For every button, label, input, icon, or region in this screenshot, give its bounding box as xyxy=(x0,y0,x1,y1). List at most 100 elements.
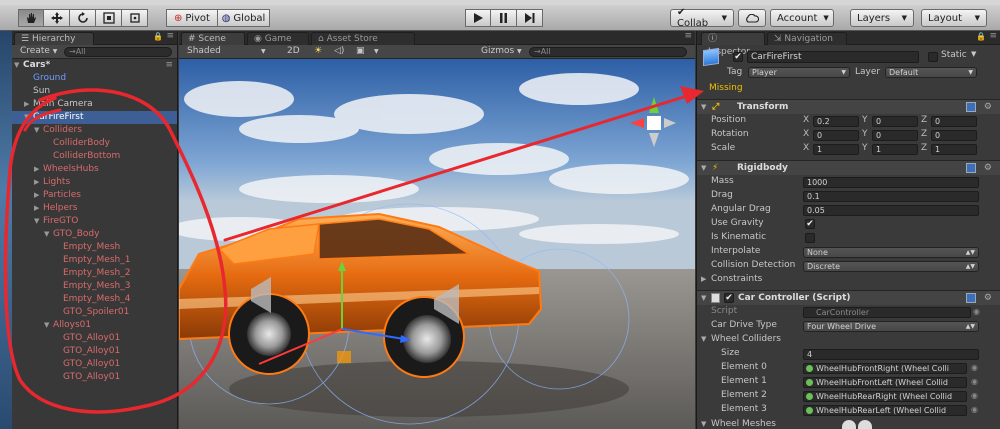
scene-root-row[interactable]: ▼ Cars* ≡ xyxy=(12,59,177,72)
rect-tool-button[interactable] xyxy=(122,9,148,27)
object-picker-icon[interactable]: ◉ xyxy=(971,377,978,386)
hierarchy-row[interactable]: ▼ FireGTO xyxy=(12,215,177,228)
scale-x-field[interactable]: 1 xyxy=(813,144,859,155)
tab-asset-store[interactable]: ⌂ Asset Store xyxy=(311,32,415,45)
dropdown-caret-icon[interactable]: ▼ xyxy=(971,50,976,58)
wheel-meshes-foldout[interactable]: Wheel Meshes xyxy=(711,419,776,429)
scale-tool-button[interactable] xyxy=(96,9,122,27)
constraints-foldout[interactable]: Constraints xyxy=(711,274,762,284)
mass-field[interactable]: 1000 xyxy=(803,177,979,188)
car-controller-header[interactable]: ▼ ✔ Car Controller (Script) ⚙ xyxy=(697,290,1000,305)
collision-detection-dropdown[interactable]: Discrete ▲▼ xyxy=(803,261,979,272)
expand-arrow-icon[interactable]: ▶ xyxy=(34,163,43,176)
panel-menu-icon[interactable]: ≡ xyxy=(989,31,997,41)
wheel-collider-field[interactable]: WheelHubFrontRight (Wheel Colli xyxy=(803,363,967,374)
hierarchy-row[interactable]: Ground xyxy=(12,72,177,85)
tab-navigation[interactable]: ⇲ Navigation xyxy=(767,32,847,45)
lighting-icon[interactable]: ☀ xyxy=(314,45,322,58)
hierarchy-row[interactable]: Empty_Mesh_1 xyxy=(12,254,177,267)
collapse-arrow-icon[interactable]: ▼ xyxy=(44,319,53,332)
cloud-button[interactable] xyxy=(738,9,766,27)
hierarchy-row[interactable]: ▼ Alloys01 xyxy=(12,319,177,332)
hierarchy-row[interactable]: ▶ Lights xyxy=(12,176,177,189)
rotation-z-field[interactable]: 0 xyxy=(931,130,977,141)
collapse-arrow-icon[interactable]: ▼ xyxy=(34,215,43,228)
shading-mode-dropdown[interactable]: Shaded xyxy=(187,45,221,58)
pause-button[interactable] xyxy=(491,9,517,27)
hierarchy-row[interactable]: ▼ CarFireFirst xyxy=(12,111,177,124)
is-kinematic-checkbox[interactable] xyxy=(805,233,815,243)
collapse-arrow-icon[interactable]: ▼ xyxy=(24,111,33,124)
transform-header[interactable]: ▼ ⤢ Transform ⚙ xyxy=(697,99,1000,114)
car-drive-type-dropdown[interactable]: Four Wheel Drive ▲▼ xyxy=(803,321,979,332)
object-picker-icon[interactable]: ◉ xyxy=(971,363,978,372)
collapse-arrow-icon[interactable]: ▼ xyxy=(34,124,43,137)
angular-drag-field[interactable]: 0.05 xyxy=(803,205,979,216)
tab-hierarchy[interactable]: ☰ Hierarchy xyxy=(14,32,94,45)
pivot-button[interactable]: ⊕ Pivot xyxy=(166,9,218,27)
tab-game[interactable]: ◉ Game xyxy=(247,32,309,45)
hierarchy-row[interactable]: Empty_Mesh_3 xyxy=(12,280,177,293)
expand-arrow-icon[interactable]: ▶ xyxy=(34,189,43,202)
panel-menu-icon[interactable]: ≡ xyxy=(684,31,692,41)
rotate-tool-button[interactable] xyxy=(70,9,96,27)
hierarchy-row[interactable]: GTO_Alloy01 xyxy=(12,345,177,358)
help-icon[interactable] xyxy=(966,102,976,112)
expand-arrow-icon[interactable]: ▶ xyxy=(24,98,33,111)
collab-dropdown[interactable]: ✔ Collab ▼ xyxy=(670,7,734,29)
car-controller-enabled-checkbox[interactable]: ✔ xyxy=(724,293,734,303)
account-dropdown[interactable]: Account ▼ xyxy=(770,9,834,27)
hierarchy-row[interactable]: Empty_Mesh_4 xyxy=(12,293,177,306)
active-checkbox[interactable]: ✔ xyxy=(733,52,743,62)
hierarchy-row[interactable]: Sun xyxy=(12,85,177,98)
lock-icon[interactable]: 🔒 xyxy=(976,32,986,41)
rotation-y-field[interactable]: 0 xyxy=(872,130,918,141)
hierarchy-row[interactable]: GTO_Alloy01 xyxy=(12,358,177,371)
step-button[interactable] xyxy=(517,9,543,27)
expand-arrow-icon[interactable]: ▶ xyxy=(34,176,43,189)
collapse-arrow-icon[interactable]: ▼ xyxy=(44,228,53,241)
image-effects-icon[interactable]: ▣ xyxy=(356,45,365,58)
object-picker-icon[interactable]: ◉ xyxy=(973,307,980,316)
mode-2d-toggle[interactable]: 2D xyxy=(287,45,300,58)
expand-arrow-icon[interactable]: ▶ xyxy=(701,275,706,283)
move-tool-button[interactable] xyxy=(44,9,70,27)
play-button[interactable] xyxy=(465,9,491,27)
position-y-field[interactable]: 0 xyxy=(872,116,918,127)
layout-dropdown[interactable]: Layout ▼ xyxy=(921,9,987,27)
panel-menu-icon[interactable]: ≡ xyxy=(166,31,174,41)
help-icon[interactable] xyxy=(966,163,976,173)
gizmos-dropdown[interactable]: Gizmos ▼ xyxy=(481,45,522,58)
audio-icon[interactable]: ◁) xyxy=(334,45,344,58)
hierarchy-search-input[interactable]: →All xyxy=(64,47,172,57)
create-dropdown[interactable]: Create ▼ xyxy=(20,45,57,58)
scene-search-input[interactable]: →All xyxy=(529,47,687,57)
hierarchy-row[interactable]: ▶ Main Camera xyxy=(12,98,177,111)
scene-viewport[interactable] xyxy=(179,59,695,429)
scale-y-field[interactable]: 1 xyxy=(872,144,918,155)
help-icon[interactable] xyxy=(966,293,976,303)
rigidbody-header[interactable]: ▼ ⚡ Rigidbody ⚙ xyxy=(697,160,1000,175)
hierarchy-row[interactable]: GTO_Alloy01 xyxy=(12,332,177,345)
hierarchy-row[interactable]: ColliderBody xyxy=(12,137,177,150)
expand-arrow-icon[interactable]: ▶ xyxy=(34,202,43,215)
hierarchy-row[interactable]: ▼ Colliders xyxy=(12,124,177,137)
lock-icon[interactable]: 🔒 xyxy=(153,32,163,41)
object-picker-icon[interactable]: ◉ xyxy=(971,391,978,400)
layers-dropdown[interactable]: Layers ▼ xyxy=(850,9,914,27)
interpolate-dropdown[interactable]: None ▲▼ xyxy=(803,247,979,258)
wheel-collider-field[interactable]: WheelHubRearRight (Wheel Collid xyxy=(803,391,967,402)
rotation-x-field[interactable]: 0 xyxy=(813,130,859,141)
gear-icon[interactable]: ⚙ xyxy=(984,100,992,115)
hierarchy-row[interactable]: ▶ Helpers xyxy=(12,202,177,215)
tab-scene[interactable]: # Scene xyxy=(181,32,245,45)
scale-z-field[interactable]: 1 xyxy=(931,144,977,155)
object-picker-icon[interactable]: ◉ xyxy=(971,405,978,414)
wheel-colliders-foldout[interactable]: Wheel Colliders xyxy=(711,334,781,344)
object-name-input[interactable]: CarFireFirst xyxy=(747,51,919,63)
position-x-field[interactable]: 0.2 xyxy=(813,116,859,127)
wheel-collider-field[interactable]: WheelHubFrontLeft (Wheel Collid xyxy=(803,377,967,388)
scene-menu-icon[interactable]: ≡ xyxy=(165,59,173,72)
hierarchy-row[interactable]: Empty_Mesh xyxy=(12,241,177,254)
static-checkbox[interactable] xyxy=(928,52,938,62)
